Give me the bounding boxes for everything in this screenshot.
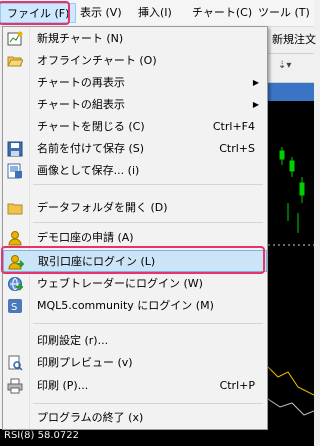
demo-account-icon xyxy=(7,230,23,246)
mql5-icon: S xyxy=(7,298,23,314)
menu-item-login-mql5[interactable]: S MQL5.community にログイン (M) xyxy=(3,295,267,317)
print-preview-icon xyxy=(7,355,23,371)
menu-item-print-preview[interactable]: 印刷プレビュー (v) xyxy=(3,352,267,374)
menu-item-exit[interactable]: プログラムの終了 (x) xyxy=(3,407,267,429)
webtrader-icon xyxy=(7,276,24,292)
menu-item-close-chart[interactable]: チャートを閉じる (C) Ctrl+F4 xyxy=(3,116,267,138)
svg-text:S: S xyxy=(11,302,17,313)
rsi-label: RSI(8) 58.0722 xyxy=(4,430,79,441)
login-icon xyxy=(8,254,25,270)
dropdown-arrow-icon[interactable]: ⇣▾ xyxy=(278,60,291,71)
menu-separator xyxy=(33,323,263,324)
menu-item-print-setup[interactable]: 印刷設定 (r)... xyxy=(3,330,267,352)
menu-item-login-trade-account[interactable]: 取引口座にログイン (L) xyxy=(3,250,267,272)
menu-item-demo-account[interactable]: デモ口座の申請 (A) xyxy=(3,227,267,249)
menu-separator xyxy=(33,403,263,404)
menu-item-chart-profiles[interactable]: チャートの組表示 ▶ xyxy=(3,94,267,116)
file-dropdown-menu: 新規チャート (N) オフラインチャート (O) チャートの再表示 ▶ チャート… xyxy=(1,26,268,430)
menu-view[interactable]: 表示 (V) xyxy=(74,3,128,23)
submenu-arrow-icon: ▶ xyxy=(252,78,259,87)
menu-separator xyxy=(33,184,263,185)
new-order-button[interactable]: 新規注文 xyxy=(272,31,316,47)
folder-open-icon xyxy=(7,53,24,69)
menu-item-chart-reload[interactable]: チャートの再表示 ▶ xyxy=(3,72,267,94)
new-chart-icon xyxy=(7,31,23,47)
print-icon xyxy=(7,378,23,394)
menu-item-print[interactable]: 印刷 (P)... Ctrl+P xyxy=(3,375,267,397)
menu-tools[interactable]: ツール (T) xyxy=(252,3,316,23)
menu-insert[interactable]: 挿入(I) xyxy=(132,3,178,23)
chart-title-bar xyxy=(268,83,314,101)
menu-chart[interactable]: チャート(C) xyxy=(186,3,258,23)
menu-item-login-webtrader[interactable]: ウェブトレーダーにログイン (W) xyxy=(3,273,267,295)
menu-item-offline-chart[interactable]: オフラインチャート (O) xyxy=(3,50,267,72)
menu-separator xyxy=(33,222,263,223)
image-save-icon xyxy=(7,163,23,179)
menu-item-save-as[interactable]: 名前を付けて保存 (S) Ctrl+S xyxy=(3,138,267,160)
submenu-arrow-icon: ▶ xyxy=(252,100,259,109)
save-icon xyxy=(7,141,23,157)
menu-item-open-data-folder[interactable]: データフォルダを開く (D) xyxy=(3,197,267,219)
menu-item-save-as-image[interactable]: 画像として保存... (i) xyxy=(3,160,267,182)
menu-file[interactable]: ファイル (F) xyxy=(0,3,77,23)
menubar: ファイル (F) 表示 (V) 挿入(I) チャート(C) ツール (T) xyxy=(0,0,314,27)
menu-item-new-chart[interactable]: 新規チャート (N) xyxy=(3,28,267,50)
folder-icon xyxy=(7,200,23,216)
